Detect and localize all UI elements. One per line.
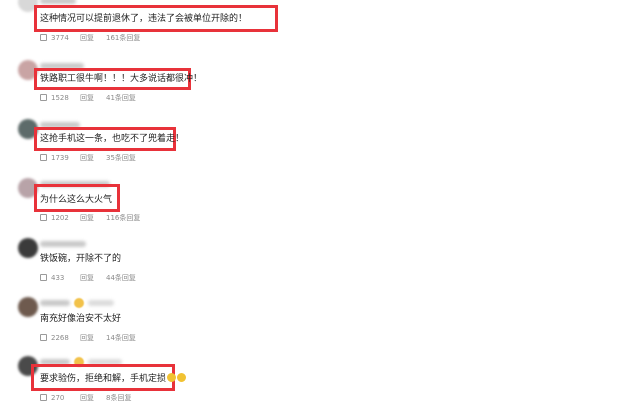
user-badge-icon (74, 298, 84, 308)
thumbs-up-icon (40, 394, 47, 401)
reply-button[interactable]: 回复 (80, 333, 106, 343)
comment-text: 南充好像治安不太好 (40, 314, 122, 324)
comment-text: 铁饭碗，开除不了的 (40, 254, 122, 264)
reply-button[interactable]: 回复 (80, 213, 106, 223)
username-blurred (40, 241, 86, 247)
like-button[interactable]: 2268 (40, 334, 80, 342)
avatar[interactable] (18, 238, 38, 258)
thumbs-up-icon (40, 94, 47, 101)
like-count: 1739 (51, 154, 69, 162)
reply-count-link[interactable]: 35条回复 (106, 153, 136, 163)
comment-text-content: 要求验伤，拒绝和解，手机定损 (40, 374, 167, 384)
comment-meta: 1202 回复 116条回复 (40, 213, 140, 223)
like-count: 3774 (51, 34, 69, 42)
reply-button[interactable]: 回复 (80, 153, 106, 163)
thumbs-up-icon (40, 34, 47, 41)
like-count: 2268 (51, 334, 69, 342)
comment-meta: 3774 回复 161条回复 (40, 33, 140, 43)
thumbs-up-icon (40, 214, 47, 221)
timestamp-blurred (88, 300, 114, 306)
thumbs-up-icon (40, 334, 47, 341)
avatar[interactable] (18, 297, 38, 317)
like-button[interactable]: 433 (40, 274, 80, 282)
like-button[interactable]: 1528 (40, 94, 80, 102)
like-count: 1528 (51, 94, 69, 102)
username-blurred (40, 300, 70, 306)
emoji-icon (167, 373, 177, 382)
comment-meta: 270 回复 8条回复 (40, 393, 131, 403)
emoji-icon (177, 373, 187, 382)
like-button[interactable]: 1202 (40, 214, 80, 222)
like-count: 270 (51, 394, 65, 402)
comment-meta: 1739 回复 35条回复 (40, 153, 136, 163)
reply-count-link[interactable]: 14条回复 (106, 333, 136, 343)
reply-count-link[interactable]: 116条回复 (106, 213, 140, 223)
reply-count-link[interactable]: 8条回复 (106, 393, 131, 403)
comment-text: 这抢手机这一条，也吃不了兜着走！ (40, 134, 185, 144)
comment-text: 这种情况可以提前退休了，违法了会被单位开除的！ (40, 14, 248, 24)
reply-button[interactable]: 回复 (80, 33, 106, 43)
reply-button[interactable]: 回复 (80, 273, 106, 283)
comment-meta: 433 回复 44条回复 (40, 273, 136, 283)
comment-meta: 1528 回复 41条回复 (40, 93, 136, 103)
comment-text: 要求验伤，拒绝和解，手机定损 (40, 373, 187, 385)
like-button[interactable]: 3774 (40, 34, 80, 42)
comment-meta: 2268 回复 14条回复 (40, 333, 136, 343)
like-button[interactable]: 270 (40, 394, 80, 402)
comment-text: 为什么这么大火气 (40, 195, 113, 205)
comment-text: 铁路职工很牛啊！！！大多说话都很冲！ (40, 74, 203, 84)
thumbs-up-icon (40, 154, 47, 161)
reply-button[interactable]: 回复 (80, 393, 106, 403)
like-button[interactable]: 1739 (40, 154, 80, 162)
reply-button[interactable]: 回复 (80, 93, 106, 103)
thumbs-up-icon (40, 274, 47, 281)
like-count: 1202 (51, 214, 69, 222)
reply-count-link[interactable]: 44条回复 (106, 273, 136, 283)
like-count: 433 (51, 274, 65, 282)
reply-count-link[interactable]: 161条回复 (106, 33, 140, 43)
reply-count-link[interactable]: 41条回复 (106, 93, 136, 103)
username-blurred (40, 0, 76, 4)
